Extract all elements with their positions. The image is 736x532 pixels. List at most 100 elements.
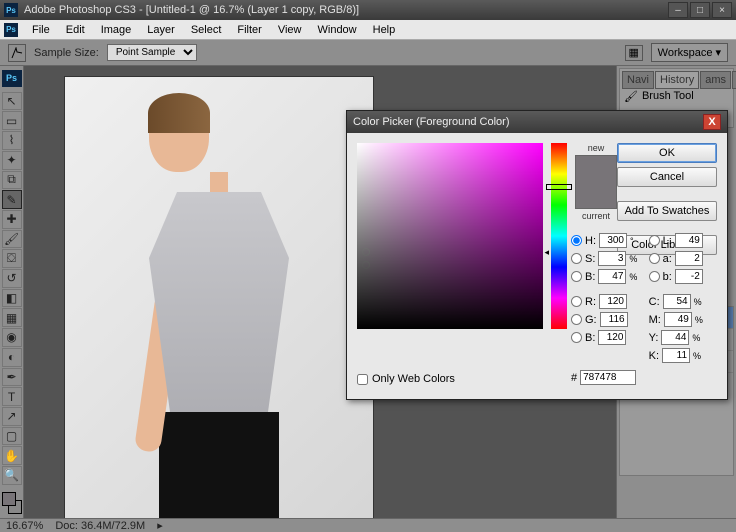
add-to-swatches-button[interactable]: Add To Swatches [617, 201, 717, 221]
h-field[interactable] [599, 233, 627, 248]
menu-window[interactable]: Window [310, 22, 365, 38]
tab-history[interactable]: History [655, 71, 699, 89]
eraser-tool[interactable]: ◧ [2, 289, 22, 308]
pen-tool[interactable]: ✒ [2, 368, 22, 387]
zoom-tool[interactable]: 🔍 [2, 466, 22, 485]
menu-view[interactable]: View [270, 22, 310, 38]
image-content [149, 97, 289, 518]
marquee-tool[interactable]: ▭ [2, 111, 22, 130]
b-radio[interactable] [571, 271, 582, 282]
bl-radio[interactable] [571, 332, 582, 343]
hex-label: # [571, 372, 577, 384]
saturation-value-field[interactable]: ◂ [357, 143, 543, 329]
shape-tool[interactable]: ▢ [2, 427, 22, 446]
g-radio[interactable] [571, 314, 582, 325]
cancel-button[interactable]: Cancel [617, 167, 717, 187]
menubar: Ps File Edit Image Layer Select Filter V… [0, 20, 736, 40]
blur-tool[interactable]: ◉ [2, 328, 22, 347]
stamp-tool[interactable]: ⛋ [2, 249, 22, 268]
b-field[interactable] [598, 269, 626, 284]
tool-palette: Ps ↖ ▭ ⌇ ✦ ⧉ ✎ ✚ 🖌 ⛋ ↺ ◧ ▦ ◉ ◐ ✒ T ↗ ▢ ✋… [0, 66, 24, 518]
menu-select[interactable]: Select [183, 22, 230, 38]
dialog-title: Color Picker (Foreground Color) [353, 116, 703, 128]
maximize-button[interactable]: □ [690, 2, 710, 18]
path-tool[interactable]: ↗ [2, 407, 22, 426]
r-field[interactable] [599, 294, 627, 309]
minimize-button[interactable]: – [668, 2, 688, 18]
menu-filter[interactable]: Filter [229, 22, 269, 38]
crop-tool[interactable]: ⧉ [2, 171, 22, 190]
h-radio[interactable] [571, 235, 582, 246]
m-field[interactable] [664, 312, 692, 327]
y-field[interactable] [661, 330, 689, 345]
options-bar: Sample Size: Point Sample ▦ Workspace▾ [0, 40, 736, 66]
a-field[interactable] [675, 251, 703, 266]
menu-help[interactable]: Help [365, 22, 404, 38]
status-bar: 16.67% Doc: 36.4M/72.9M ▸ [0, 518, 736, 532]
sv-cursor-prev [362, 261, 370, 269]
l-radio[interactable] [649, 235, 660, 246]
menu-image[interactable]: Image [93, 22, 140, 38]
s-radio[interactable] [571, 253, 582, 264]
color-picker-dialog: Color Picker (Foreground Color) X ◂ new … [346, 110, 728, 400]
ps-badge: Ps [2, 70, 22, 87]
type-tool[interactable]: T [2, 387, 22, 406]
new-color-swatch [576, 156, 616, 182]
s-field[interactable] [598, 251, 626, 266]
gradient-tool[interactable]: ▦ [2, 308, 22, 327]
workspace-button[interactable]: Workspace▾ [651, 43, 728, 62]
current-color-swatch [576, 182, 616, 208]
titlebar: Ps Adobe Photoshop CS3 - [Untitled-1 @ 1… [0, 0, 736, 20]
foreground-swatch[interactable] [2, 492, 16, 506]
menu-layer[interactable]: Layer [139, 22, 183, 38]
move-tool[interactable]: ↖ [2, 92, 22, 111]
close-button[interactable]: × [712, 2, 732, 18]
window-title: Adobe Photoshop CS3 - [Untitled-1 @ 16.7… [24, 4, 668, 16]
document-canvas[interactable] [64, 76, 374, 518]
eyedropper-tool[interactable]: ✎ [2, 190, 22, 209]
heal-tool[interactable]: ✚ [2, 210, 22, 229]
hue-thumb[interactable] [546, 184, 572, 190]
menu-edit[interactable]: Edit [58, 22, 93, 38]
sample-size-select[interactable]: Point Sample [107, 44, 197, 61]
chevron-down-icon: ▾ [715, 46, 721, 59]
only-web-label: Only Web Colors [372, 373, 455, 385]
wand-tool[interactable]: ✦ [2, 151, 22, 170]
workspace-icon[interactable]: ▦ [625, 45, 643, 61]
l-field[interactable] [675, 233, 703, 248]
lasso-tool[interactable]: ⌇ [2, 131, 22, 150]
k-field[interactable] [662, 348, 690, 363]
doc-size: Doc: 36.4M/72.9M [55, 520, 145, 532]
tab-navigator[interactable]: Navi [622, 71, 654, 89]
ok-button[interactable]: OK [617, 143, 717, 163]
a-radio[interactable] [649, 253, 660, 264]
hue-slider[interactable] [551, 143, 567, 329]
chevron-right-icon[interactable]: ▸ [157, 519, 163, 532]
hand-tool[interactable]: ✋ [2, 446, 22, 465]
color-swatches[interactable] [2, 492, 22, 514]
lab-b-radio[interactable] [649, 271, 660, 282]
arrow-left-icon: ◂ [544, 247, 549, 258]
app-logo: Ps [4, 23, 18, 37]
brush-icon: 🖌 [624, 90, 638, 103]
history-brush-tool[interactable]: ↺ [2, 269, 22, 288]
zoom-level[interactable]: 16.67% [6, 520, 43, 532]
bl-field[interactable] [598, 330, 626, 345]
hex-field[interactable] [580, 370, 636, 385]
app-icon: Ps [4, 3, 18, 17]
lab-b-field[interactable] [675, 269, 703, 284]
g-field[interactable] [600, 312, 628, 327]
dodge-tool[interactable]: ◐ [2, 348, 22, 367]
dialog-titlebar[interactable]: Color Picker (Foreground Color) X [347, 111, 727, 133]
history-item[interactable]: 🖌 Brush Tool [620, 89, 733, 103]
current-tool-icon[interactable] [8, 44, 26, 62]
brush-tool[interactable]: 🖌 [2, 230, 22, 249]
tab-info[interactable]: Info [732, 71, 736, 89]
c-field[interactable] [663, 294, 691, 309]
tab-histogram[interactable]: ams [700, 71, 731, 89]
r-radio[interactable] [571, 296, 582, 307]
dialog-close-button[interactable]: X [703, 114, 721, 130]
sv-cursor[interactable] [362, 248, 370, 256]
only-web-colors-checkbox[interactable] [357, 374, 368, 385]
menu-file[interactable]: File [24, 22, 58, 38]
